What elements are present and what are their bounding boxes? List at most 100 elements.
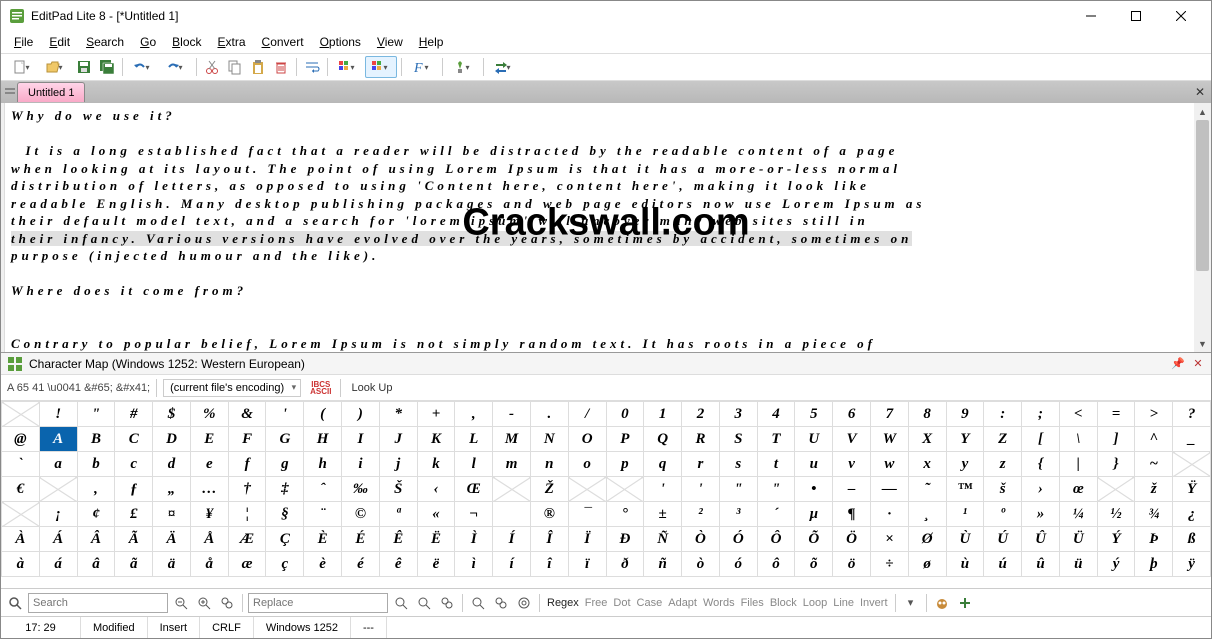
- char-cell[interactable]: j: [379, 452, 417, 477]
- palette-button[interactable]: ▾: [332, 56, 364, 78]
- char-cell[interactable]: ô: [757, 552, 795, 577]
- char-cell[interactable]: }: [1097, 452, 1135, 477]
- char-cell[interactable]: ): [342, 402, 380, 427]
- char-cell[interactable]: 9: [946, 402, 984, 427]
- char-cell[interactable]: ð: [606, 552, 644, 577]
- char-cell[interactable]: o: [568, 452, 606, 477]
- char-cell[interactable]: ú: [984, 552, 1022, 577]
- char-cell[interactable]: m: [493, 452, 531, 477]
- char-cell[interactable]: 3: [719, 402, 757, 427]
- char-cell[interactable]: ´: [757, 502, 795, 527]
- search-opt-files[interactable]: Files: [739, 597, 766, 609]
- char-cell[interactable]: T: [757, 427, 795, 452]
- char-cell[interactable]: ³: [719, 502, 757, 527]
- char-cell[interactable]: ÿ: [1173, 552, 1211, 577]
- minimize-button[interactable]: [1068, 2, 1113, 30]
- char-cell[interactable]: µ: [795, 502, 833, 527]
- char-cell[interactable]: a: [39, 452, 77, 477]
- char-cell[interactable]: _: [1173, 427, 1211, 452]
- char-cell[interactable]: °: [606, 502, 644, 527]
- char-cell[interactable]: š: [984, 477, 1022, 502]
- char-cell[interactable]: –: [833, 477, 871, 502]
- char-cell[interactable]: ¹: [946, 502, 984, 527]
- char-cell[interactable]: Û: [1022, 527, 1060, 552]
- lookup-button[interactable]: Look Up: [347, 380, 396, 396]
- search-icon[interactable]: [5, 593, 25, 613]
- char-cell[interactable]: è: [304, 552, 342, 577]
- replace-prev-icon[interactable]: [391, 593, 411, 613]
- copy-button[interactable]: [224, 56, 246, 78]
- char-cell[interactable]: Õ: [795, 527, 833, 552]
- char-cell[interactable]: 5: [795, 402, 833, 427]
- wordwrap-button[interactable]: [301, 56, 323, 78]
- save-all-button[interactable]: [96, 56, 118, 78]
- char-cell[interactable]: h: [304, 452, 342, 477]
- open-file-button[interactable]: ▾: [40, 56, 72, 78]
- char-cell[interactable]: •: [795, 477, 833, 502]
- char-cell[interactable]: ¥: [190, 502, 228, 527]
- char-cell[interactable]: F: [228, 427, 266, 452]
- char-cell[interactable]: g: [266, 452, 304, 477]
- char-cell[interactable]: ×: [870, 527, 908, 552]
- char-cell[interactable]: :: [984, 402, 1022, 427]
- tab-untitled[interactable]: Untitled 1: [17, 82, 85, 102]
- char-cell[interactable]: ;: [1022, 402, 1060, 427]
- char-cell[interactable]: Æ: [228, 527, 266, 552]
- char-cell[interactable]: Á: [39, 527, 77, 552]
- char-cell[interactable]: ‰: [342, 477, 380, 502]
- char-cell[interactable]: [: [1022, 427, 1060, 452]
- char-cell[interactable]: ë: [417, 552, 455, 577]
- panel-close-icon[interactable]: ✕: [1191, 357, 1205, 371]
- menu-search[interactable]: Search: [79, 33, 131, 51]
- char-cell[interactable]: ~: [1135, 452, 1173, 477]
- text-editor[interactable]: Why do we use it? It is a long establish…: [5, 103, 1194, 352]
- char-cell[interactable]: Ÿ: [1173, 477, 1211, 502]
- char-cell[interactable]: +: [417, 402, 455, 427]
- char-cell[interactable]: t: [757, 452, 795, 477]
- char-cell[interactable]: *: [379, 402, 417, 427]
- char-cell[interactable]: D: [153, 427, 191, 452]
- char-cell[interactable]: V: [833, 427, 871, 452]
- char-cell[interactable]: 6: [833, 402, 871, 427]
- char-cell[interactable]: Ó: [719, 527, 757, 552]
- char-cell[interactable]: Þ: [1135, 527, 1173, 552]
- char-cell[interactable]: s: [719, 452, 757, 477]
- char-cell[interactable]: ¸: [908, 502, 946, 527]
- char-cell[interactable]: ": [77, 402, 115, 427]
- char-cell[interactable]: Ô: [757, 527, 795, 552]
- char-cell[interactable]: é: [342, 552, 380, 577]
- menu-view[interactable]: View: [370, 33, 410, 51]
- char-cell[interactable]: œ: [1059, 477, 1097, 502]
- char-cell[interactable]: ª: [379, 502, 417, 527]
- char-cell[interactable]: p: [606, 452, 644, 477]
- char-cell[interactable]: 1: [644, 402, 682, 427]
- char-cell[interactable]: l: [455, 452, 493, 477]
- char-cell[interactable]: à: [2, 552, 40, 577]
- replace-all-icon[interactable]: [437, 593, 457, 613]
- char-cell[interactable]: Ç: [266, 527, 304, 552]
- search-opt-loop[interactable]: Loop: [801, 597, 829, 609]
- char-cell[interactable]: `: [2, 452, 40, 477]
- char-cell[interactable]: ñ: [644, 552, 682, 577]
- char-cell[interactable]: ý: [1097, 552, 1135, 577]
- char-cell[interactable]: Z: [984, 427, 1022, 452]
- char-cell[interactable]: À: [2, 527, 40, 552]
- char-cell[interactable]: ?: [1173, 402, 1211, 427]
- char-cell[interactable]: ­: [493, 502, 531, 527]
- char-cell[interactable]: f: [228, 452, 266, 477]
- char-cell[interactable]: ‡: [266, 477, 304, 502]
- search-opt-block[interactable]: Block: [768, 597, 799, 609]
- char-cell[interactable]: Ö: [833, 527, 871, 552]
- char-cell[interactable]: [493, 477, 531, 502]
- char-cell[interactable]: ¦: [228, 502, 266, 527]
- char-cell[interactable]: r: [682, 452, 720, 477]
- char-cell[interactable]: É: [342, 527, 380, 552]
- char-cell[interactable]: ¢: [77, 502, 115, 527]
- tab-close-button[interactable]: ✕: [1191, 83, 1209, 101]
- char-cell[interactable]: Q: [644, 427, 682, 452]
- search-dropdown-icon[interactable]: ▾: [901, 593, 921, 613]
- char-cell[interactable]: Ñ: [644, 527, 682, 552]
- char-cell[interactable]: G: [266, 427, 304, 452]
- char-cell[interactable]: B: [77, 427, 115, 452]
- char-cell[interactable]: ": [719, 477, 757, 502]
